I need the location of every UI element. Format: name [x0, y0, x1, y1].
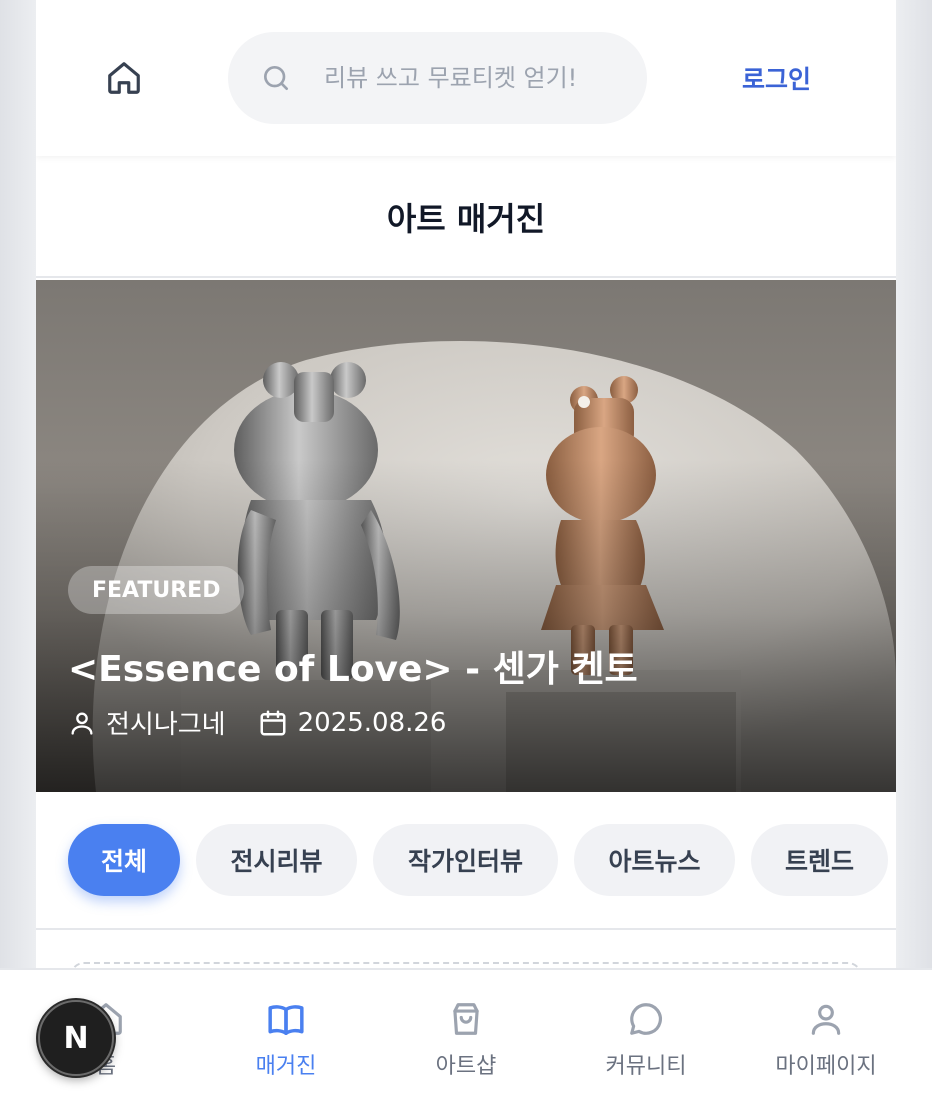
- app-frame: 로그인 아트 매거진: [36, 0, 896, 1114]
- nav-item-art-shop[interactable]: 아트샵: [376, 1000, 556, 1080]
- shopping-bag-icon: [453, 1003, 479, 1035]
- page-title: 아트 매거진: [386, 200, 546, 238]
- category-chip-trend[interactable]: 트렌드: [751, 824, 888, 896]
- calendar-icon: [260, 710, 286, 735]
- category-filter: 전체 전시리뷰 작가인터뷰 아트뉴스 트렌드: [36, 792, 896, 930]
- chat-bubble-icon: [630, 1003, 662, 1035]
- featured-title[interactable]: <Essence of Love> - 센가 켄토: [68, 640, 638, 692]
- nav-item-community[interactable]: 커뮤니티: [556, 1000, 736, 1080]
- search-icon: [260, 62, 292, 94]
- nav-label-community: 커뮤니티: [605, 1054, 687, 1079]
- nav-label-art-shop: 아트샵: [435, 1054, 497, 1079]
- featured-badge: FEATURED: [68, 566, 245, 614]
- date-meta: 2025.08.26: [258, 707, 447, 738]
- category-chip-all[interactable]: 전체: [68, 824, 180, 896]
- dev-tools-badge[interactable]: N: [38, 1000, 114, 1076]
- featured-meta: 전시나그네 2025.08.26: [68, 704, 446, 741]
- nav-label-magazine: 매거진: [255, 1054, 317, 1079]
- top-header: 로그인: [36, 0, 896, 156]
- featured-article-card[interactable]: FEATURED <Essence of Love> - 센가 켄토 전시나그네…: [36, 280, 896, 792]
- category-chip-art-news[interactable]: 아트뉴스: [574, 824, 735, 896]
- category-chip-artist-interview[interactable]: 작가인터뷰: [373, 824, 558, 896]
- bottom-navigation: 홈 매거진 아트샵 커뮤니티 마이페이지: [0, 968, 932, 1114]
- user-icon: [811, 1004, 841, 1035]
- category-chip-exhibition-review[interactable]: 전시리뷰: [196, 824, 357, 896]
- home-icon: [108, 62, 140, 94]
- book-open-icon: [268, 1005, 304, 1035]
- user-icon: [71, 712, 93, 735]
- author-meta: 전시나그네: [68, 704, 226, 741]
- search-bar[interactable]: [228, 32, 647, 124]
- nav-label-my-page: 마이페이지: [775, 1054, 877, 1079]
- home-button[interactable]: [104, 56, 144, 100]
- page-title-bar: 아트 매거진: [36, 158, 896, 278]
- search-input[interactable]: [324, 64, 624, 92]
- author-name: 전시나그네: [106, 710, 226, 740]
- nav-item-magazine[interactable]: 매거진: [196, 1000, 376, 1080]
- login-link[interactable]: 로그인: [742, 60, 811, 96]
- nav-item-my-page[interactable]: 마이페이지: [736, 1000, 916, 1080]
- publish-date: 2025.08.26: [297, 707, 447, 738]
